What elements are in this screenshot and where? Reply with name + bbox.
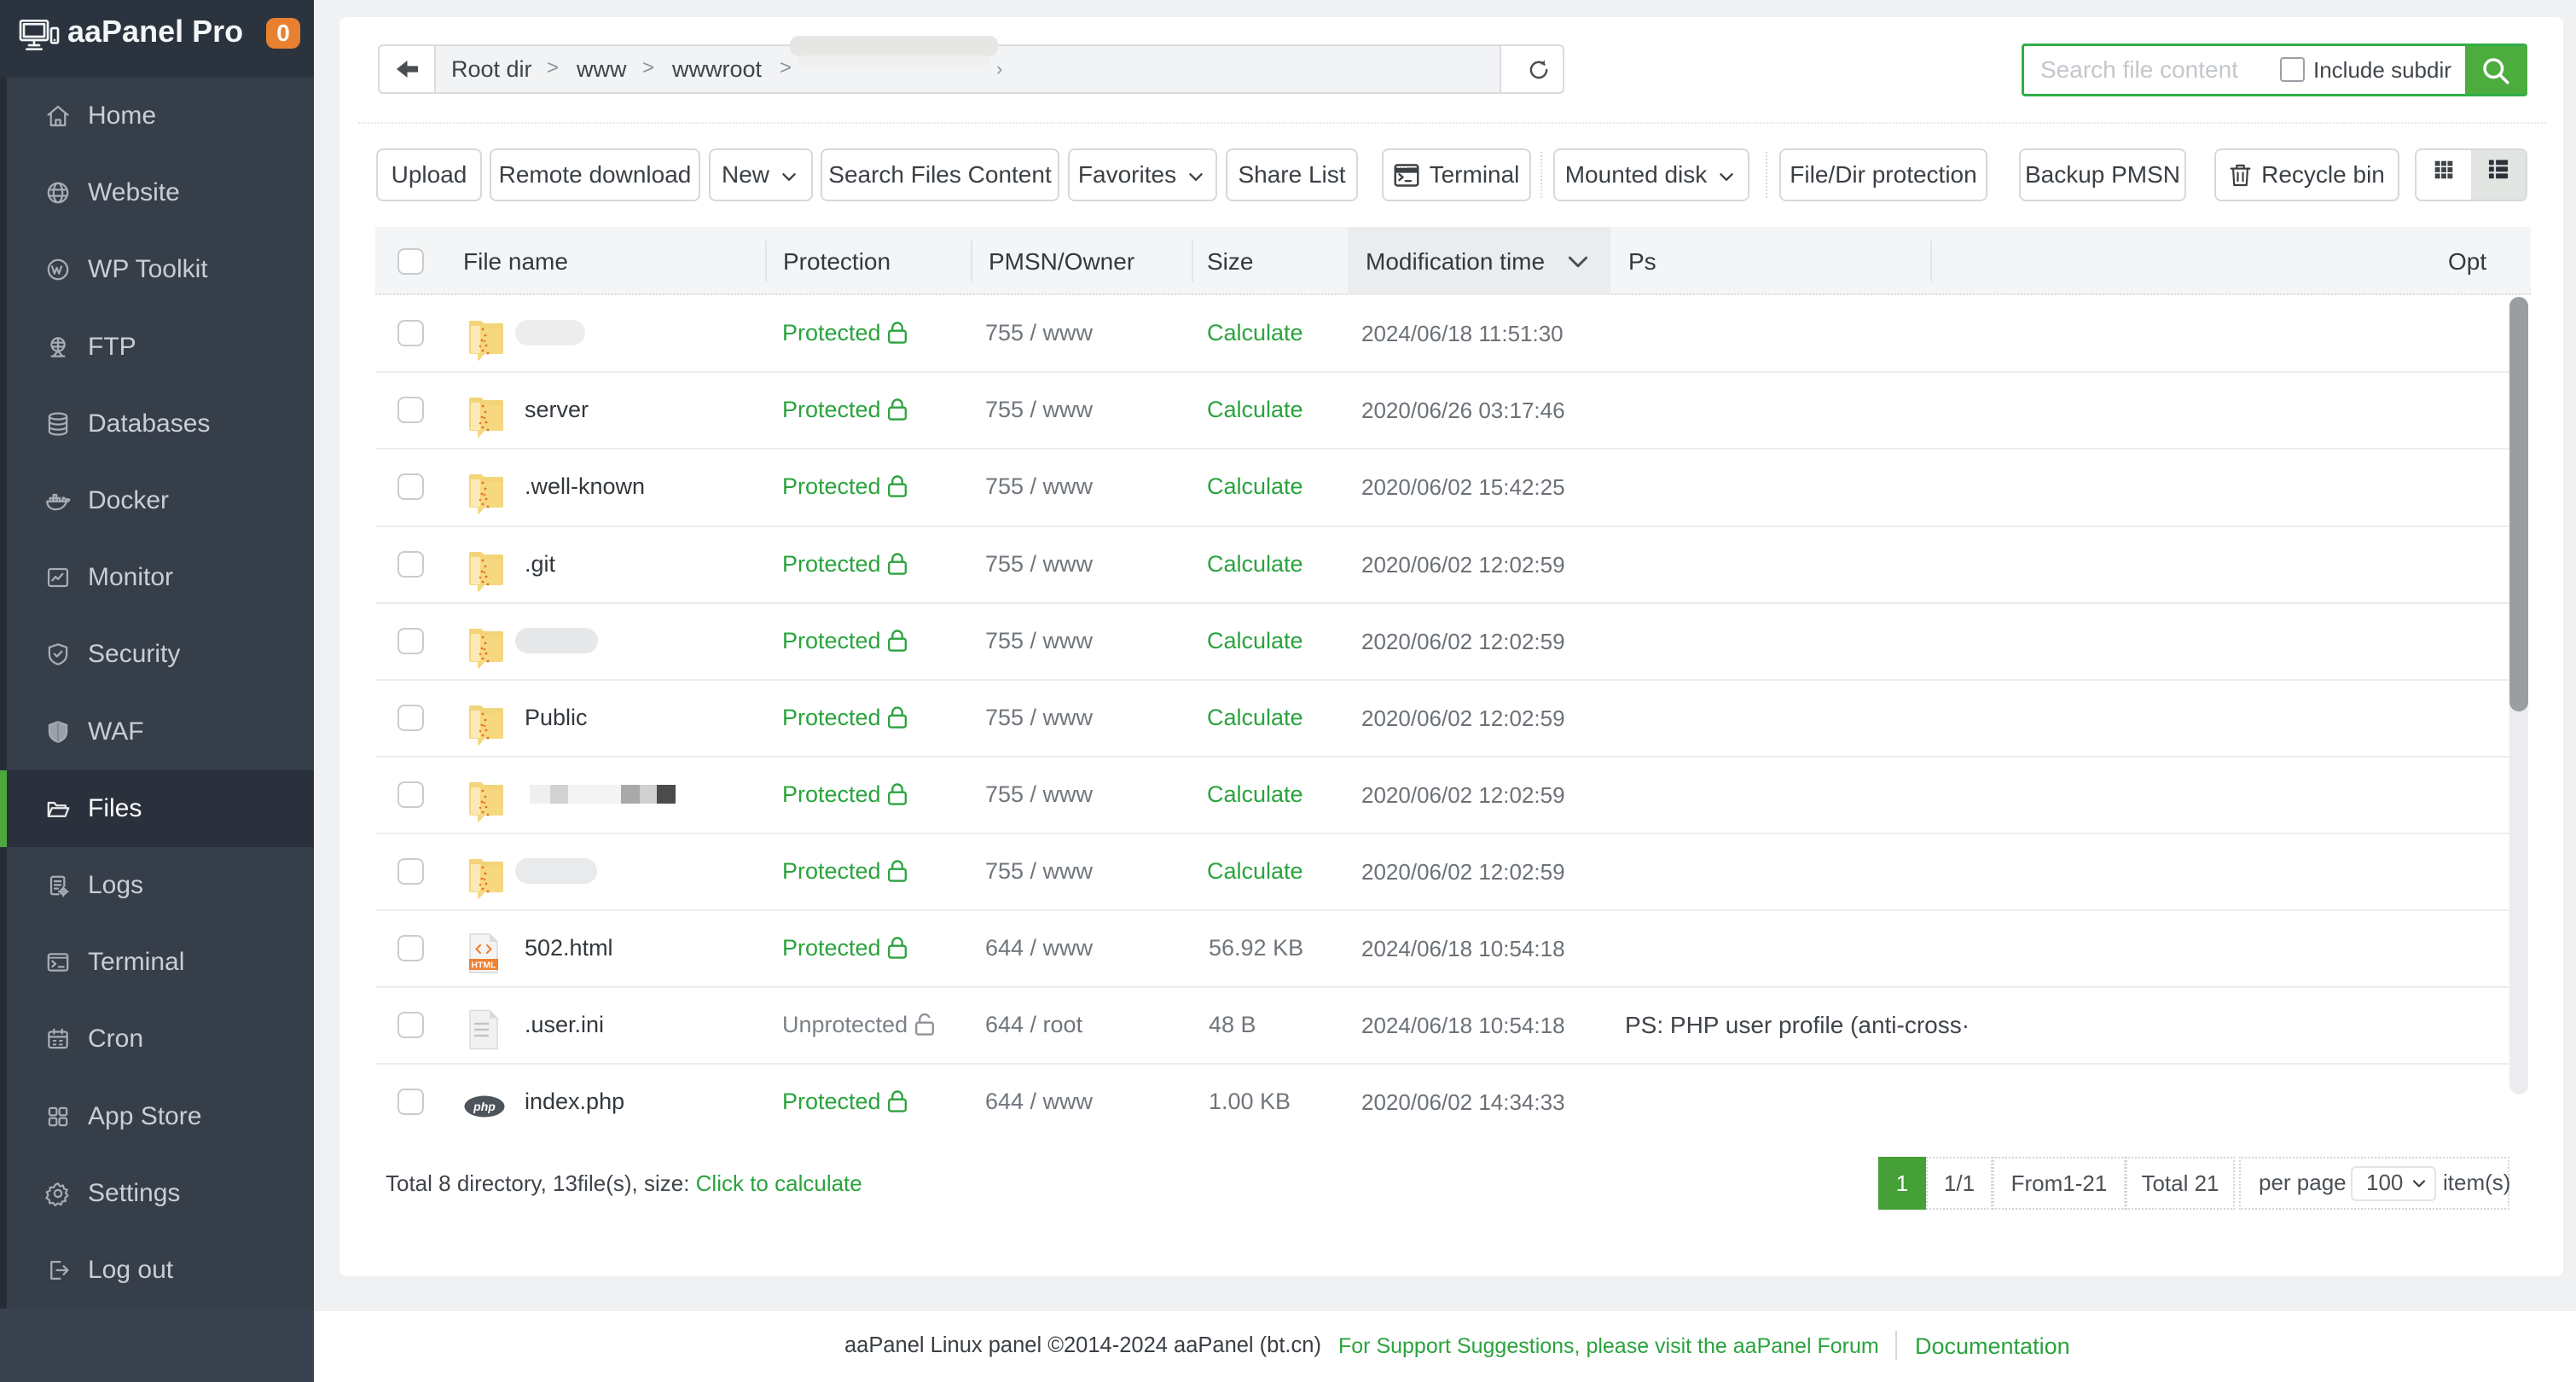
svg-text:HTML: HTML [471, 960, 496, 970]
svg-text:php: php [473, 1100, 496, 1113]
